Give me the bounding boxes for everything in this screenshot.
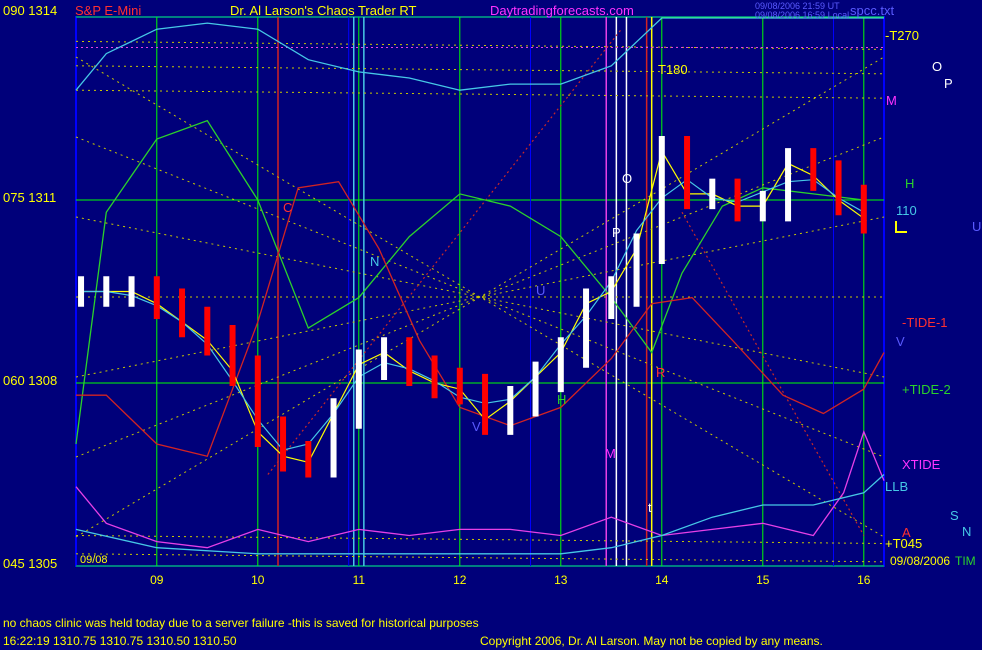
l-marker-icon [895, 221, 907, 233]
footer-quote: 16:22:19 1310.75 1310.75 1310.50 1310.50 [3, 634, 237, 648]
label-m-mid: M [605, 446, 616, 461]
x-tick-label: 13 [554, 573, 568, 587]
footer-note: no chaos clinic was held today due to a … [3, 616, 479, 630]
label-s: S [950, 508, 959, 523]
end-suffix: TIM [955, 554, 976, 568]
label-p-mid: P [612, 225, 621, 240]
symbol-title: S&P E-Mini [75, 3, 142, 18]
x-tick-label: 11 [353, 573, 366, 587]
label-h: H [905, 176, 915, 191]
label-u: U [972, 219, 982, 234]
label-o-mid: O [622, 171, 633, 186]
x-tick-label: 12 [453, 573, 467, 587]
x-tick-label: 14 [655, 573, 669, 587]
file-name: spcc.txt [850, 3, 895, 18]
label-tide2: +TIDE-2 [902, 382, 951, 397]
label-m: M [886, 93, 897, 108]
left-scale-1308: 060 1308 [3, 373, 58, 388]
end-date: 09/08/2006 [890, 554, 951, 568]
label-t045: +T045 [885, 536, 923, 551]
start-date: 09/08 [80, 554, 108, 566]
label-t-mid: t [648, 500, 652, 515]
label-t270: -T270 [885, 28, 919, 43]
left-scale-1311: 075 1311 [3, 190, 57, 205]
left-scale-1305: 045 1305 [3, 556, 58, 571]
label-c: C [283, 200, 293, 215]
cyan-ma-line [81, 178, 865, 451]
label-u-mid: U [536, 283, 546, 298]
x-tick-label: 09 [150, 573, 164, 587]
green-curve [75, 119, 864, 445]
label-r: R [656, 365, 666, 380]
chaos-chart: 09 10 11 12 13 14 15 16 [75, 16, 885, 587]
projection-line [267, 28, 622, 475]
label-110: 110 [896, 203, 917, 218]
x-tick-label: 15 [756, 573, 770, 587]
label-h-mid: H [557, 392, 567, 407]
footer-copyright: Copyright 2006, Dr. Al Larson. May not b… [480, 634, 823, 648]
projection-line [681, 211, 865, 536]
website-link[interactable]: Daytradingforecasts.com [490, 4, 634, 18]
label-tide1: -TIDE-1 [902, 315, 948, 330]
x-tick-labels: 09 10 11 12 13 14 15 16 [150, 573, 871, 587]
label-v: V [896, 334, 905, 349]
timestamp-local: 09/08/2006 16:59 Local [755, 10, 850, 20]
program-title: Dr. Al Larson's Chaos Trader RT [230, 3, 417, 18]
label-v-mid: V [472, 419, 481, 434]
label-p: P [944, 76, 953, 91]
x-tick-label: 10 [251, 573, 265, 587]
label-o: O [932, 59, 943, 74]
label-n: N [962, 524, 972, 539]
label-xtide: XTIDE [902, 457, 941, 472]
x-tick-label: 16 [857, 573, 871, 587]
price-top-left: 090 1314 [3, 3, 58, 18]
label-t180: T180 [658, 62, 688, 77]
label-llb: LLB [885, 479, 909, 494]
label-n-mid: N [370, 254, 380, 269]
grid-lines [75, 16, 885, 567]
